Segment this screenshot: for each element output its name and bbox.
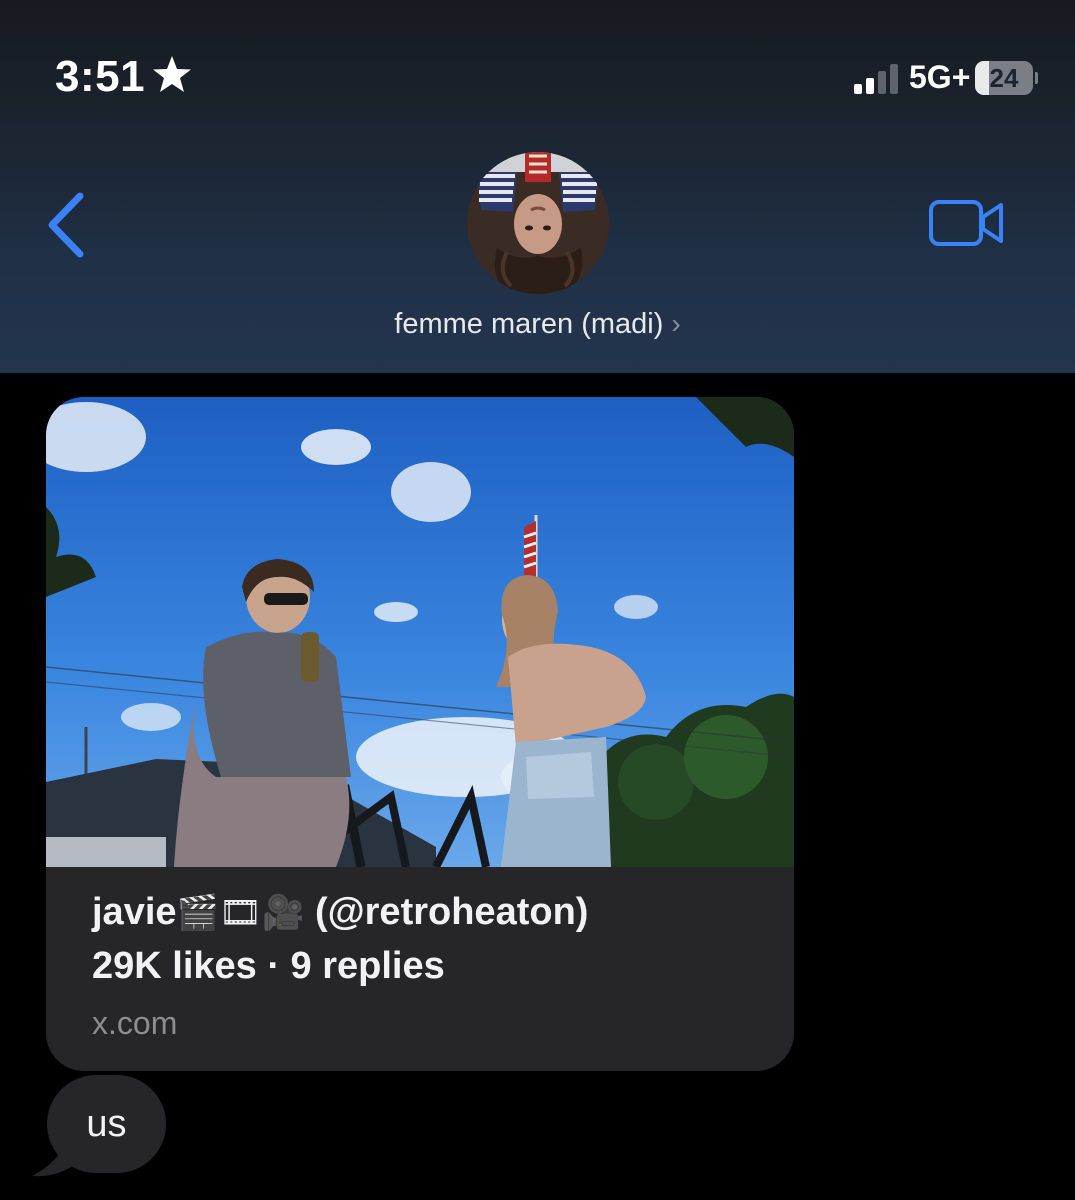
- battery-icon: 24: [975, 61, 1038, 95]
- chevron-left-icon: [48, 192, 84, 258]
- back-button[interactable]: [40, 188, 94, 262]
- battery-level: 24: [989, 63, 1019, 93]
- message-text: us: [86, 1103, 127, 1145]
- messages-screen: 3:51 5G+ 24 femme maren (madi) › javie🎬🎞…: [0, 0, 1075, 1200]
- link-stats: 29K likes · 9 replies: [92, 945, 445, 987]
- link-title-emojis: 🎬🎞🎥: [176, 893, 305, 933]
- contact-avatar[interactable]: [467, 152, 609, 294]
- video-call-button[interactable]: [927, 196, 1007, 250]
- conversation-header: 3:51 5G+ 24 femme maren (madi) ›: [0, 0, 1075, 373]
- network-type: 5G+: [909, 59, 971, 95]
- signal-strength-icon: [854, 64, 898, 94]
- battery-tip: [1035, 72, 1038, 84]
- contact-name: femme maren (madi): [394, 308, 664, 340]
- status-time: 3:51: [55, 52, 146, 101]
- link-title-handle: (@retroheaton): [314, 891, 589, 933]
- link-preview-card[interactable]: javie🎬🎞🎥 (@retroheaton) 29K likes · 9 re…: [46, 397, 794, 1071]
- chevron-right-icon: ›: [671, 308, 681, 339]
- contact-name-button[interactable]: femme maren (madi) ›: [0, 308, 1075, 341]
- video-camera-icon: [929, 200, 1003, 246]
- battery-body: 24: [975, 61, 1033, 95]
- preview-photo: [46, 397, 794, 867]
- link-title: javie🎬🎞🎥 (@retroheaton): [92, 891, 588, 934]
- link-domain: x.com: [92, 1005, 178, 1041]
- link-title-name: javie: [92, 891, 177, 933]
- avatar-photo: [467, 152, 609, 294]
- star-icon: [153, 56, 191, 92]
